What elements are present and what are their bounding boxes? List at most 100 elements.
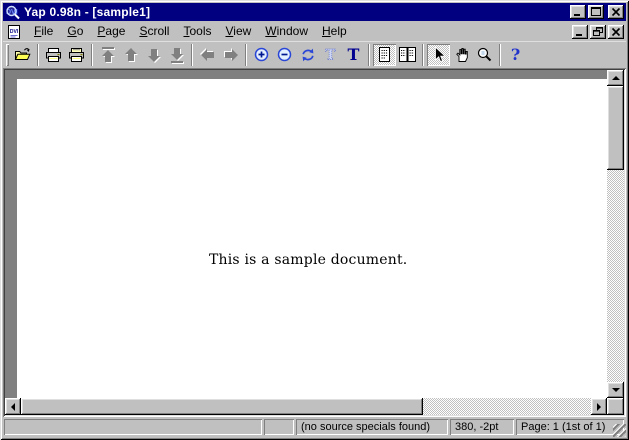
last-page-button[interactable]: [165, 44, 188, 66]
toolbar-grip[interactable]: [6, 44, 9, 66]
app-window: DVI Yap 0.98n - [sample1] DVI File Go Pa…: [0, 0, 629, 440]
menu-tools[interactable]: Tools: [176, 22, 218, 41]
select-tool-button[interactable]: [427, 44, 450, 66]
resize-grip[interactable]: [613, 424, 626, 437]
help-glyph: ?: [511, 46, 520, 63]
menu-help[interactable]: Help: [315, 22, 354, 41]
scroll-down-button[interactable]: [607, 382, 624, 398]
dvi-document-icon[interactable]: DVI: [6, 24, 22, 40]
magnifier-tool-button[interactable]: [473, 44, 496, 66]
document-page[interactable]: This is a sample document.: [17, 79, 607, 398]
titlebar[interactable]: DVI Yap 0.98n - [sample1]: [3, 3, 626, 21]
next-page-icon: [145, 46, 163, 64]
hand-tool-button[interactable]: [450, 44, 473, 66]
status-message-panel: [4, 419, 262, 435]
mdi-restore-icon: [592, 26, 604, 38]
menu-view[interactable]: View: [218, 22, 258, 41]
vertical-scrollbar-thumb[interactable]: [607, 86, 624, 170]
last-page-icon: [168, 46, 186, 64]
horizontal-scrollbar-thumb[interactable]: [21, 398, 423, 415]
single-page-view-icon: [376, 46, 393, 63]
window-title: Yap 0.98n - [sample1]: [24, 5, 568, 19]
mdi-close-button[interactable]: [608, 25, 624, 39]
toolbar-separator: [91, 44, 93, 66]
maximize-icon: [590, 6, 602, 18]
help-button[interactable]: ?: [504, 44, 527, 66]
previous-page-button[interactable]: [119, 44, 142, 66]
hand-tool-icon: [453, 46, 470, 63]
open-file-icon: [14, 46, 32, 63]
zoom-out-button[interactable]: [273, 44, 296, 66]
font-solid-button[interactable]: T: [342, 44, 365, 66]
single-page-view-button[interactable]: [373, 44, 396, 66]
zoom-out-icon: [276, 46, 293, 63]
previous-page-icon: [122, 46, 140, 64]
print-button[interactable]: [42, 44, 65, 66]
menu-go[interactable]: Go: [60, 22, 90, 41]
close-button[interactable]: [608, 5, 624, 19]
print-icon: [44, 47, 63, 63]
forward-button[interactable]: [219, 44, 242, 66]
scroll-right-button[interactable]: [591, 398, 607, 415]
toolbar-separator: [245, 44, 247, 66]
triangle-down-icon: [612, 388, 620, 392]
status-source-specials-panel: (no source specials found): [296, 419, 448, 435]
menubar: DVI File Go Page Scroll Tools View Windo…: [3, 22, 626, 41]
triangle-right-icon: [597, 403, 601, 411]
statusbar: (no source specials found) 380, -2pt Pag…: [3, 417, 626, 437]
select-tool-icon: [430, 46, 447, 63]
back-icon: [199, 46, 217, 64]
refresh-button[interactable]: [296, 44, 319, 66]
mdi-close-icon: [610, 26, 622, 38]
back-button[interactable]: [196, 44, 219, 66]
toolbar-separator: [37, 44, 39, 66]
first-page-icon: [99, 46, 117, 64]
status-indicator-panel: [264, 419, 294, 435]
mdi-minimize-button[interactable]: [572, 25, 588, 39]
scrollbar-corner: [607, 398, 624, 415]
print-pages-button[interactable]: [65, 44, 88, 66]
dvi-icon-text: DVI: [10, 29, 19, 35]
maximize-button[interactable]: [588, 5, 604, 19]
document-view: This is a sample document.: [3, 68, 626, 417]
scroll-left-button[interactable]: [5, 398, 21, 415]
menu-file[interactable]: File: [27, 22, 60, 41]
toolbar-separator: [499, 44, 501, 66]
mdi-restore-button[interactable]: [590, 25, 606, 39]
font-solid-icon: T: [345, 46, 362, 63]
double-page-view-icon: [398, 46, 417, 63]
triangle-left-icon: [11, 403, 15, 411]
status-position-panel: 380, -2pt: [450, 419, 514, 435]
page-viewport[interactable]: This is a sample document.: [5, 70, 607, 398]
toolbar-separator: [368, 44, 370, 66]
menu-page[interactable]: Page: [90, 22, 132, 41]
magnifier-tool-icon: [476, 46, 493, 63]
toolbar-separator: [422, 44, 424, 66]
font-outline-button[interactable]: T: [319, 44, 342, 66]
status-page-panel: Page: 1 (1st of 1): [516, 419, 624, 435]
vertical-scrollbar[interactable]: [607, 70, 624, 398]
mdi-minimize-icon: [574, 26, 586, 38]
refresh-icon: [300, 47, 316, 63]
scroll-up-button[interactable]: [607, 70, 624, 86]
font-outline-glyph: T: [325, 48, 336, 64]
close-icon: [610, 6, 622, 18]
triangle-up-icon: [612, 76, 620, 80]
horizontal-scrollbar[interactable]: [5, 398, 607, 415]
double-page-view-button[interactable]: [396, 44, 419, 66]
help-icon: ?: [507, 46, 524, 63]
toolbar-separator: [191, 44, 193, 66]
minimize-icon: [572, 6, 584, 18]
next-page-button[interactable]: [142, 44, 165, 66]
font-solid-glyph: T: [348, 46, 360, 63]
open-file-button[interactable]: [11, 44, 34, 66]
toolbar: T T: [3, 41, 626, 68]
forward-icon: [222, 46, 240, 64]
menu-window[interactable]: Window: [258, 22, 315, 41]
menu-scroll[interactable]: Scroll: [132, 22, 176, 41]
yap-magnifier-icon[interactable]: DVI: [5, 4, 21, 20]
minimize-button[interactable]: [570, 5, 586, 19]
font-outline-icon: T: [322, 46, 339, 63]
first-page-button[interactable]: [96, 44, 119, 66]
zoom-in-button[interactable]: [250, 44, 273, 66]
